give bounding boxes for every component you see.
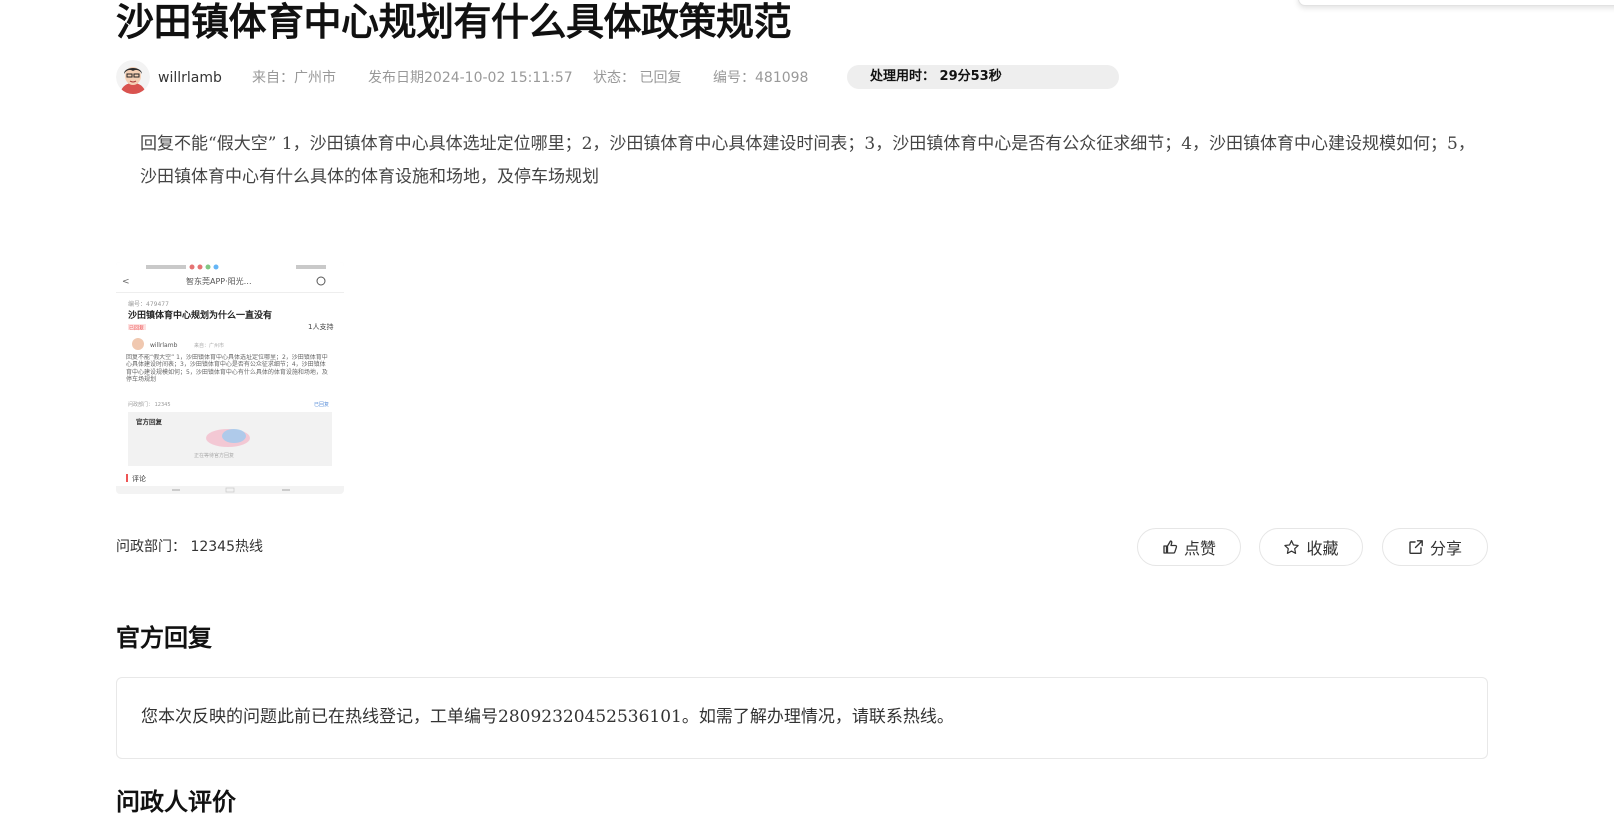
thumb-back-icon: < <box>122 277 130 287</box>
thumb-author: willrlamb <box>150 342 178 349</box>
thumb-support-count: 1人支持 <box>308 322 333 331</box>
thumb-app-title: 智东莞APP·阳光… <box>186 276 252 286</box>
thumb-post-number: 编号：479477 <box>128 300 169 308</box>
thumb-reply-placeholder: 正在等待官方回复 <box>194 452 234 459</box>
attachment-thumbnail[interactable]: < 智东莞APP·阳光… 编号：479477 沙田镇体育中心规划为什么一直没有 … <box>116 262 344 494</box>
popup-edge <box>1298 0 1614 6</box>
article-body: 回复不能“假大空” 1，沙田镇体育中心具体选址定位哪里；2，沙田镇体育中心具体建… <box>140 134 1475 187</box>
like-button[interactable]: 点赞 <box>1137 528 1241 566</box>
thumb-comments: 评论 <box>132 474 146 483</box>
article-meta: willrlamb 来自：广州市 发布日期2024-10-02 15:11:57… <box>116 60 1119 96</box>
thumb-post-title: 沙田镇体育中心规划为什么一直没有 <box>128 309 272 321</box>
thumbs-up-icon <box>1162 539 1178 555</box>
avatar[interactable] <box>116 60 150 94</box>
processing-time-text: 处理用时： 29分53秒 <box>870 69 1002 84</box>
favorite-button[interactable]: 收藏 <box>1259 528 1363 566</box>
status-text: 状态： 已回复 <box>593 70 682 86</box>
like-label: 点赞 <box>1183 541 1216 558</box>
thumb-status-link: 已回复 <box>314 401 329 408</box>
author-name[interactable]: willrlamb <box>158 69 222 87</box>
official-reply-text: 您本次反映的问题此前已在热线登记，工单编号28092320452536101。如… <box>141 707 954 727</box>
thumb-status-badge: 已回复 <box>129 325 144 332</box>
from-location: 来自：广州市 <box>252 70 336 86</box>
thumb-body: 回复不能“假大空” 1，沙田镇体育中心具体选址定位哪里；2，沙田镇体育中心具体建… <box>126 354 328 384</box>
favorite-label: 收藏 <box>1306 541 1339 558</box>
thumb-official-reply: 官方回复 <box>136 417 163 426</box>
thumb-dept: 问政部门： 12345 <box>128 401 171 408</box>
share-button[interactable]: 分享 <box>1382 528 1488 566</box>
official-reply-heading: 官方回复 <box>116 624 212 652</box>
star-icon <box>1283 539 1300 556</box>
share-label: 分享 <box>1429 541 1462 558</box>
thumb-status-bar <box>146 265 186 269</box>
publish-date: 发布日期2024-10-02 15:11:57 <box>368 70 573 86</box>
thumb-avatar <box>132 338 144 350</box>
rating-heading: 问政人评价 <box>116 788 236 816</box>
department: 问政部门： 12345热线 <box>116 539 263 555</box>
official-reply-box: 您本次反映的问题此前已在热线登记，工单编号28092320452536101。如… <box>116 677 1488 759</box>
ticket-number: 编号：481098 <box>713 70 809 86</box>
thumb-from: 来自：广州市 <box>194 342 224 349</box>
share-icon <box>1408 539 1424 555</box>
processing-time-badge: 处理用时： 29分53秒 <box>847 65 1119 89</box>
page-title: 沙田镇体育中心规划有什么具体政策规范 <box>116 0 792 44</box>
